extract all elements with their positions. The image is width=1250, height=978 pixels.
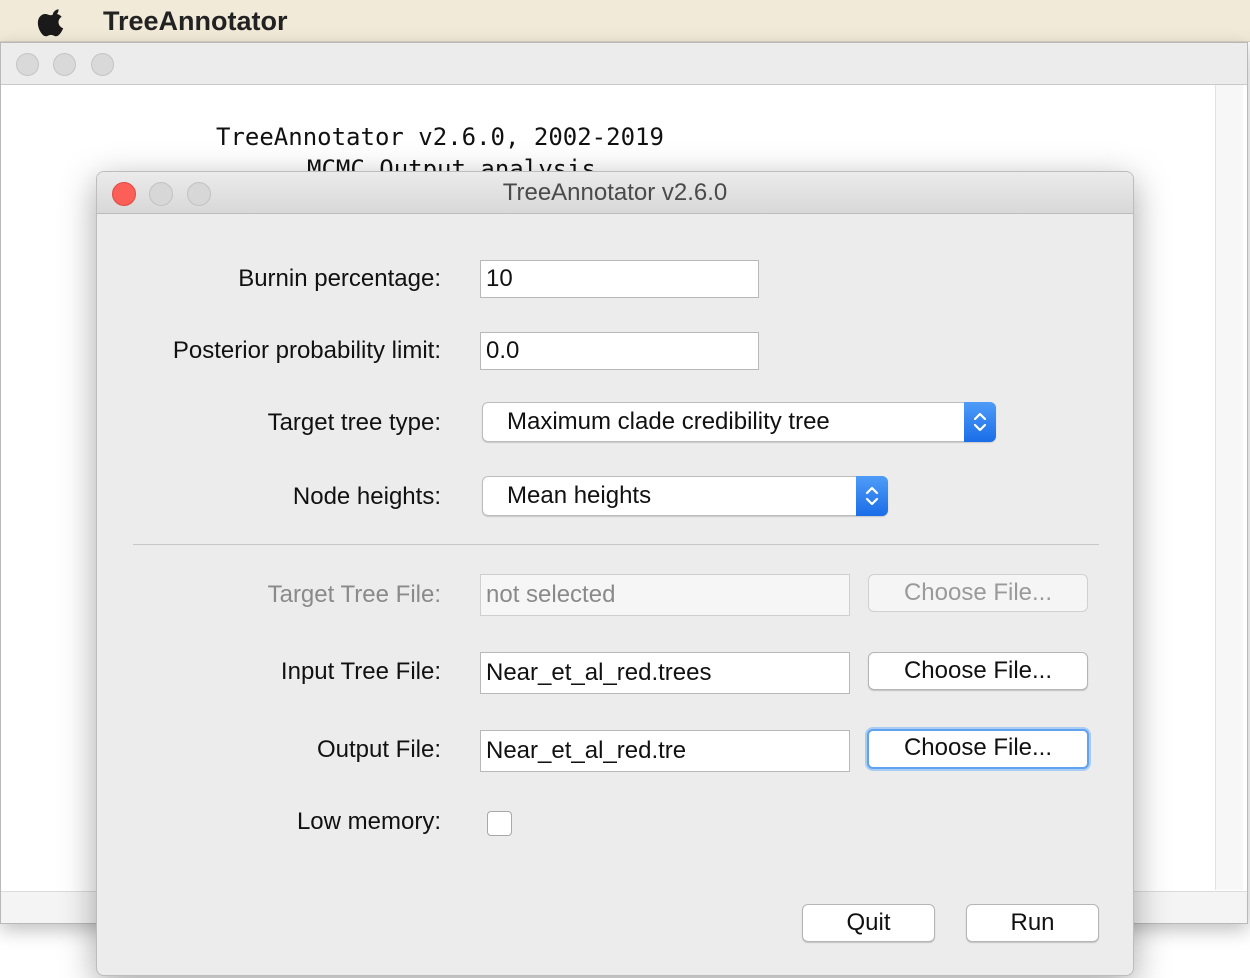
- zoom-icon[interactable]: [187, 182, 211, 206]
- low-memory-label: Low memory:: [296, 808, 441, 835]
- vertical-scrollbar[interactable]: [1215, 85, 1243, 890]
- quit-button[interactable]: Quit: [802, 904, 935, 942]
- posterior-limit-label: Posterior probability limit:: [172, 337, 441, 364]
- target-tree-type-label: Target tree type:: [267, 409, 441, 436]
- minimize-icon[interactable]: [53, 53, 76, 76]
- posterior-limit-input[interactable]: 0.0: [480, 332, 759, 370]
- input-tree-file-input[interactable]: Near_et_al_red.trees: [480, 652, 850, 694]
- output-file-label: Output File:: [316, 736, 441, 763]
- zoom-icon[interactable]: [91, 53, 114, 76]
- treeannotator-dialog: TreeAnnotator v2.6.0 Burnin percentage: …: [96, 171, 1134, 976]
- output-file-input[interactable]: Near_et_al_red.tre: [480, 730, 850, 772]
- console-line: TreeAnnotator v2.6.0, 2002-2019: [216, 123, 664, 151]
- dialog-title: TreeAnnotator v2.6.0: [502, 179, 728, 206]
- low-memory-checkbox[interactable]: [487, 811, 512, 836]
- app-name[interactable]: TreeAnnotator: [103, 4, 288, 38]
- minimize-icon[interactable]: [149, 182, 173, 206]
- burnin-label: Burnin percentage:: [238, 265, 441, 292]
- console-titlebar: [1, 43, 1247, 85]
- output-choose-file-button[interactable]: Choose File...: [867, 729, 1089, 769]
- target-tree-file-label: Target Tree File:: [267, 581, 441, 608]
- separator: [133, 544, 1099, 545]
- target-tree-type-select[interactable]: Maximum clade credibility tree: [482, 402, 996, 442]
- run-button[interactable]: Run: [966, 904, 1099, 942]
- dialog-titlebar: TreeAnnotator v2.6.0: [97, 172, 1133, 214]
- target-tree-choose-file-button[interactable]: Choose File...: [868, 574, 1088, 612]
- burnin-input[interactable]: 10: [480, 260, 759, 298]
- target-tree-file-input[interactable]: not selected: [480, 574, 850, 616]
- node-heights-value: Mean heights: [507, 482, 652, 509]
- close-icon[interactable]: [16, 53, 39, 76]
- input-tree-file-label: Input Tree File:: [280, 658, 441, 685]
- apple-icon[interactable]: [36, 4, 70, 38]
- node-heights-select[interactable]: Mean heights: [482, 476, 888, 516]
- close-icon[interactable]: [112, 182, 136, 206]
- target-tree-type-value: Maximum clade credibility tree: [507, 408, 830, 435]
- chevron-up-down-icon: [856, 476, 888, 516]
- input-tree-choose-file-button[interactable]: Choose File...: [868, 652, 1088, 690]
- chevron-up-down-icon: [964, 402, 996, 442]
- menu-bar: TreeAnnotator: [0, 0, 1250, 42]
- node-heights-label: Node heights:: [292, 483, 441, 510]
